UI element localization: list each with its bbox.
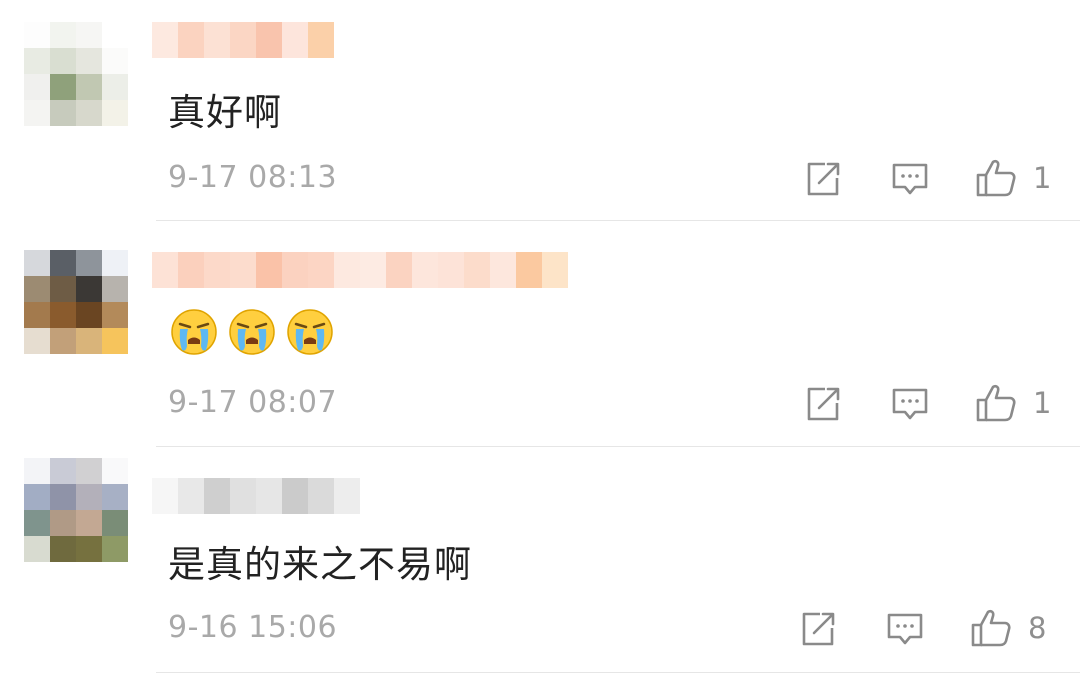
divider [156, 446, 1080, 447]
username-blurred[interactable] [152, 252, 568, 288]
crying-face-icon [229, 309, 275, 355]
share-icon [802, 612, 835, 646]
crying-face-icon [171, 309, 217, 355]
avatar[interactable] [24, 250, 128, 354]
like-button[interactable]: 1 [975, 383, 1051, 423]
like-icon [976, 159, 1016, 197]
avatar[interactable] [24, 458, 128, 562]
crying-face-icon [287, 309, 333, 355]
reply-button[interactable] [891, 385, 929, 423]
emoji-row [170, 308, 334, 356]
comment-text: 是真的来之不易啊 [168, 543, 472, 586]
like-count: 1 [1033, 386, 1052, 420]
like-button[interactable]: 1 [975, 158, 1051, 198]
divider [156, 672, 1080, 673]
username-blurred[interactable] [152, 22, 334, 58]
divider [156, 220, 1080, 221]
comment-time: 9-16 15:06 [168, 610, 338, 645]
like-button[interactable]: 8 [970, 608, 1046, 648]
reply-button[interactable] [891, 160, 929, 198]
comment-icon [892, 388, 928, 420]
comment-time: 9-17 08:13 [168, 160, 338, 195]
like-icon [976, 384, 1016, 422]
comment-icon [892, 163, 928, 195]
share-icon [807, 162, 840, 196]
like-icon [971, 609, 1011, 647]
avatar[interactable] [24, 22, 128, 126]
like-count: 1 [1033, 161, 1052, 195]
share-button[interactable] [799, 610, 837, 648]
like-count: 8 [1028, 611, 1047, 645]
comment-text: 真好啊 [168, 91, 282, 134]
comment-icon [887, 613, 923, 645]
share-button[interactable] [804, 385, 842, 423]
reply-button[interactable] [886, 610, 924, 648]
username-blurred[interactable] [152, 478, 360, 514]
share-icon [807, 387, 840, 421]
share-button[interactable] [804, 160, 842, 198]
comment-time: 9-17 08:07 [168, 385, 338, 420]
